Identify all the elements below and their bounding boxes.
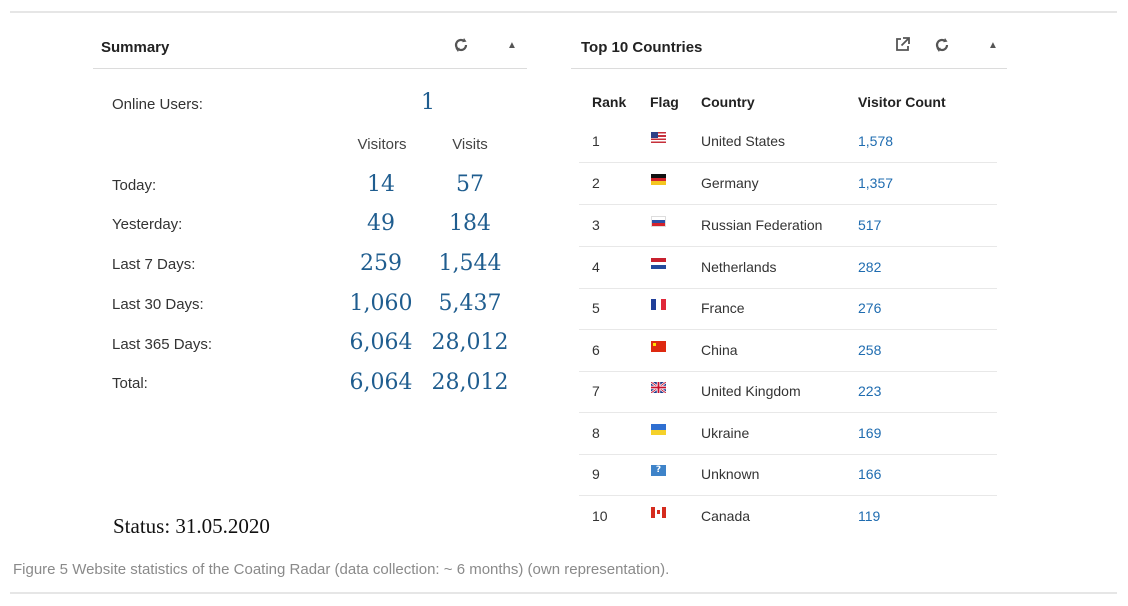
visitor-count-cell: 1,357	[858, 175, 894, 191]
visits-column-header: Visits	[452, 136, 488, 153]
rank-cell: 10	[592, 508, 608, 524]
stat-label: Last 365 Days:	[112, 336, 213, 353]
country-cell: Germany	[701, 175, 759, 191]
stat-visits: 184	[449, 211, 491, 236]
flag-column-header: Flag	[650, 94, 679, 110]
stat-visits: 28,012	[431, 330, 509, 355]
rank-cell: 3	[592, 217, 600, 233]
visitor-count-cell: 258	[858, 342, 882, 358]
country-cell: Russian Federation	[701, 217, 823, 233]
figure-caption: Figure 5 Website statistics of the Coati…	[13, 561, 670, 578]
rank-cell: 7	[592, 383, 600, 399]
gb-flag-icon	[651, 382, 666, 393]
status-date: Status: 31.05.2020	[113, 514, 270, 538]
stat-visitors: 14	[367, 172, 395, 197]
top-divider	[10, 11, 1117, 13]
rank-cell: 8	[592, 425, 600, 441]
visitor-count-cell: 1,578	[858, 133, 894, 149]
country-cell: France	[701, 300, 745, 316]
de-flag-icon	[651, 174, 666, 185]
stat-label: Last 7 Days:	[112, 256, 196, 273]
online-users-label: Online Users:	[112, 96, 203, 113]
summary-widget: Summary ▲ Online Users: 1 Visitors Visit…	[93, 30, 527, 550]
table-row: 6 China 258	[579, 330, 997, 372]
external-link-icon[interactable]	[891, 36, 913, 58]
stat-visits: 1,544	[438, 251, 502, 276]
country-cell: China	[701, 342, 738, 358]
stat-label: Total:	[112, 375, 148, 392]
stat-label: Today:	[112, 177, 157, 194]
rank-cell: 6	[592, 342, 600, 358]
rank-cell: 5	[592, 300, 600, 316]
visitors-column-header: Visitors	[357, 136, 407, 153]
table-row: 5 France 276	[579, 288, 997, 330]
refresh-icon[interactable]	[931, 36, 953, 59]
table-row: 2 Germany 1,357	[579, 163, 997, 205]
collapse-up-icon[interactable]: ▲	[982, 40, 1004, 51]
stat-visitors: 49	[367, 211, 395, 236]
stat-visits: 28,012	[431, 370, 509, 395]
nl-flag-icon	[651, 258, 666, 269]
visitor-count-cell: 166	[858, 466, 882, 482]
visitor-count-cell: 276	[858, 300, 882, 316]
rank-cell: 9	[592, 466, 600, 482]
visitor-count-cell: 282	[858, 259, 882, 275]
visitor-count-cell: 169	[858, 425, 882, 441]
rank-column-header: Rank	[592, 94, 627, 110]
countries-title: Top 10 Countries	[581, 39, 703, 56]
summary-title: Summary	[101, 39, 170, 56]
cn-flag-icon	[651, 341, 666, 352]
stat-visitors: 6,064	[349, 370, 413, 395]
table-row: 4 Netherlands 282	[579, 247, 997, 289]
country-column-header: Country	[701, 94, 755, 110]
visitor-count-cell: 223	[858, 383, 882, 399]
table-row: 10 Canada 119	[579, 496, 997, 537]
ua-flag-icon	[651, 424, 666, 435]
fr-flag-icon	[651, 299, 666, 310]
collapse-up-icon[interactable]: ▲	[501, 40, 523, 51]
ca-flag-icon	[651, 507, 666, 518]
rank-cell: 2	[592, 175, 600, 191]
table-row: 9 ? Unknown 166	[579, 454, 997, 496]
summary-header: Summary ▲	[93, 30, 527, 69]
stat-visitors: 1,060	[349, 291, 413, 316]
stat-visitors: 259	[360, 251, 402, 276]
us-flag-icon	[651, 132, 666, 143]
country-cell: Canada	[701, 508, 751, 524]
visitor-count-cell: 517	[858, 217, 882, 233]
country-cell: Ukraine	[701, 425, 750, 441]
country-cell: Unknown	[701, 466, 760, 482]
online-users-value: 1	[421, 90, 435, 115]
table-row: 3 Russian Federation 517	[579, 205, 997, 247]
country-cell: Netherlands	[701, 259, 777, 275]
ru-flag-icon	[651, 216, 666, 227]
rank-cell: 1	[592, 133, 600, 149]
top-countries-widget: Top 10 Countries ▲ Rank Flag Country Vis…	[571, 30, 1007, 550]
table-row: 7 United Kingdom 223	[579, 371, 997, 413]
country-cell: United States	[701, 133, 786, 149]
table-row: 8 Ukraine 169	[579, 413, 997, 455]
bottom-divider	[10, 592, 1117, 594]
unknown-flag-icon: ?	[651, 465, 666, 476]
rank-cell: 4	[592, 259, 600, 275]
stat-visits: 5,437	[438, 291, 502, 316]
countries-header: Top 10 Countries ▲	[571, 30, 1007, 69]
visitor-count-cell: 119	[858, 508, 881, 524]
stat-label: Yesterday:	[112, 216, 183, 233]
visitor-count-column-header: Visitor Count	[858, 94, 946, 110]
stat-label: Last 30 Days:	[112, 296, 204, 313]
stat-visitors: 6,064	[349, 330, 413, 355]
refresh-icon[interactable]	[450, 36, 472, 59]
stat-visits: 57	[456, 172, 484, 197]
table-row: 1 United States 1,578	[579, 121, 997, 163]
country-cell: United Kingdom	[701, 383, 801, 399]
